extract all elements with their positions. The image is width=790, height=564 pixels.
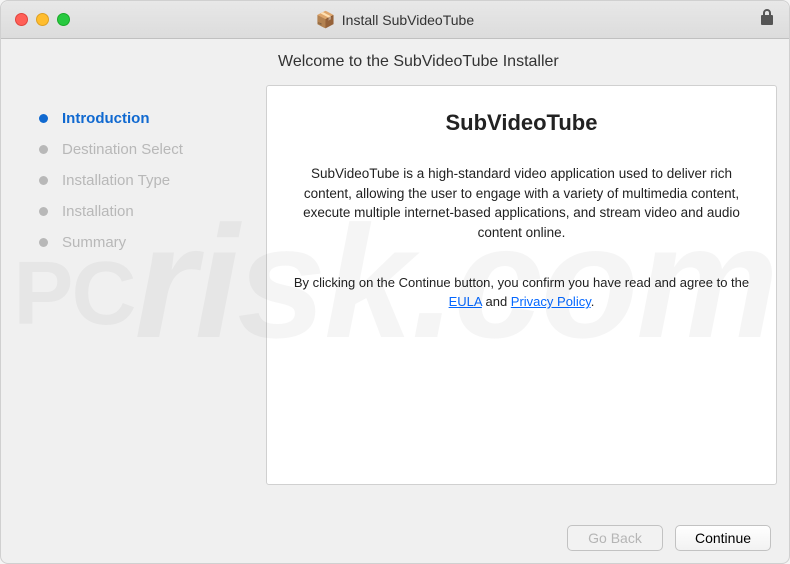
maximize-button[interactable] [57,13,70,26]
sidebar: Introduction Destination Select Installa… [13,85,266,511]
panel-title: SubVideoTube [289,110,754,136]
lock-icon[interactable] [759,8,775,31]
window-title: 📦 Install SubVideoTube [1,10,789,30]
bullet-icon [39,207,48,216]
close-button[interactable] [15,13,28,26]
step-label: Destination Select [62,141,183,158]
content-panel: SubVideoTube SubVideoTube is a high-stan… [266,85,777,485]
consent-mid: and [482,294,511,309]
button-row: Go Back Continue [13,511,777,551]
welcome-header: Welcome to the SubVideoTube Installer [266,39,777,85]
continue-button[interactable]: Continue [675,525,771,551]
main-row: Introduction Destination Select Installa… [13,85,777,511]
privacy-link[interactable]: Privacy Policy [511,294,591,309]
consent-prefix: By clicking on the Continue button, you … [294,275,749,290]
bullet-icon [39,145,48,154]
step-summary: Summary [39,227,266,258]
content-area: Welcome to the SubVideoTube Installer In… [1,39,789,563]
step-label: Installation Type [62,172,170,189]
step-label: Summary [62,234,126,251]
step-label: Introduction [62,110,149,127]
step-label: Installation [62,203,134,220]
panel-consent: By clicking on the Continue button, you … [289,274,754,312]
minimize-button[interactable] [36,13,49,26]
panel-description: SubVideoTube is a high-standard video ap… [289,164,754,242]
titlebar: 📦 Install SubVideoTube [1,1,789,39]
consent-end: . [591,294,595,309]
package-icon: 📦 [316,10,336,30]
step-introduction: Introduction [39,103,266,134]
window-title-text: Install SubVideoTube [342,12,474,28]
go-back-button: Go Back [567,525,663,551]
traffic-lights [15,13,70,26]
step-installation: Installation [39,196,266,227]
installer-window: 📦 Install SubVideoTube Welcome to the Su… [0,0,790,564]
bullet-icon [39,238,48,247]
eula-link[interactable]: EULA [449,294,482,309]
step-destination-select: Destination Select [39,134,266,165]
step-installation-type: Installation Type [39,165,266,196]
bullet-icon [39,114,48,123]
bullet-icon [39,176,48,185]
